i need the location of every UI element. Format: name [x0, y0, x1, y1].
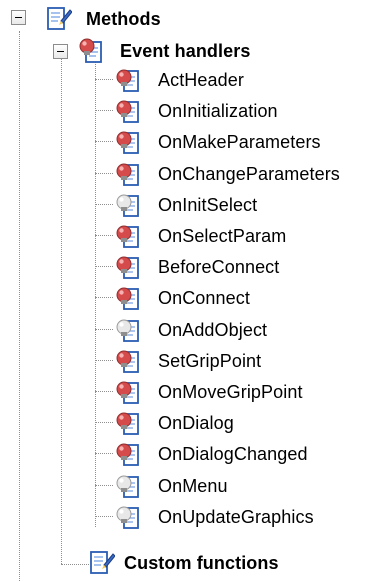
- tree-item-label: ActHeader: [158, 70, 244, 90]
- red-bulb-document-icon: [115, 160, 143, 188]
- red-bulb-document-icon: [115, 347, 143, 375]
- red-bulb-document-icon: [115, 378, 143, 406]
- red-bulb-document-icon: [115, 409, 143, 437]
- tree-label-methods: Methods: [86, 9, 161, 29]
- tree-item-oninitialization[interactable]: OnInitialization: [0, 95, 370, 127]
- tree-item-onmakeparameters[interactable]: OnMakeParameters: [0, 126, 370, 158]
- tree-item-label: SetGripPoint: [158, 351, 262, 371]
- white-bulb-document-icon: [115, 503, 143, 531]
- tree-node-methods[interactable]: Methods: [0, 4, 370, 36]
- red-bulb-document-icon: [115, 284, 143, 312]
- tree-label-event-handlers: Event handlers: [120, 41, 251, 61]
- tree-item-setgrippoint[interactable]: SetGripPoint: [0, 345, 370, 377]
- tree-item-actheader[interactable]: ActHeader: [0, 64, 370, 96]
- tree-item-onselectparam[interactable]: OnSelectParam: [0, 220, 370, 252]
- tree-item-label: OnMoveGripPoint: [158, 382, 303, 402]
- red-bulb-document-icon: [115, 222, 143, 250]
- method-tree: Methods Event handlers ActHeader OnInitia…: [0, 0, 370, 581]
- white-bulb-document-icon: [115, 472, 143, 500]
- tree-item-label: OnMakeParameters: [158, 132, 321, 152]
- tree-item-oninitselect[interactable]: OnInitSelect: [0, 189, 370, 221]
- tree-item-onmenu[interactable]: OnMenu: [0, 470, 370, 502]
- tree-item-label: OnMenu: [158, 476, 228, 496]
- red-bulb-document-icon: [115, 97, 143, 125]
- tree-item-onupdategraphics[interactable]: OnUpdateGraphics: [0, 501, 370, 533]
- tree-item-label: OnDialogChanged: [158, 444, 308, 464]
- white-bulb-document-icon: [115, 191, 143, 219]
- tree-node-custom-functions[interactable]: Custom functions: [0, 548, 370, 580]
- collapse-toggle-event-handlers[interactable]: [53, 44, 68, 59]
- red-bulb-document-icon: [115, 253, 143, 281]
- tree-item-label: OnInitialization: [158, 101, 278, 121]
- tree-item-onconnect[interactable]: OnConnect: [0, 282, 370, 314]
- collapse-toggle-methods[interactable]: [11, 10, 26, 25]
- tree-item-onmovegrippoint[interactable]: OnMoveGripPoint: [0, 376, 370, 408]
- event-handlers-folder-icon: [78, 36, 106, 64]
- tree-item-ondialogchanged[interactable]: OnDialogChanged: [0, 438, 370, 470]
- method-folder-icon: [87, 548, 115, 576]
- red-bulb-document-icon: [115, 440, 143, 468]
- tree-item-label: OnInitSelect: [158, 195, 258, 215]
- tree-item-onchangeparameters[interactable]: OnChangeParameters: [0, 158, 370, 190]
- white-bulb-document-icon: [115, 316, 143, 344]
- tree-item-onaddobject[interactable]: OnAddObject: [0, 314, 370, 346]
- method-folder-icon: [44, 4, 72, 32]
- tree-item-label: OnConnect: [158, 288, 250, 308]
- tree-item-beforeconnect[interactable]: BeforeConnect: [0, 251, 370, 283]
- tree-item-label: OnSelectParam: [158, 226, 287, 246]
- tree-item-label: OnDialog: [158, 413, 234, 433]
- red-bulb-document-icon: [115, 128, 143, 156]
- red-bulb-document-icon: [115, 66, 143, 94]
- tree-item-ondialog[interactable]: OnDialog: [0, 407, 370, 439]
- tree-item-label: OnUpdateGraphics: [158, 507, 314, 527]
- tree-item-label: OnAddObject: [158, 320, 268, 340]
- tree-item-label: OnChangeParameters: [158, 164, 340, 184]
- tree-item-label: BeforeConnect: [158, 257, 280, 277]
- tree-label-custom-functions: Custom functions: [124, 553, 279, 573]
